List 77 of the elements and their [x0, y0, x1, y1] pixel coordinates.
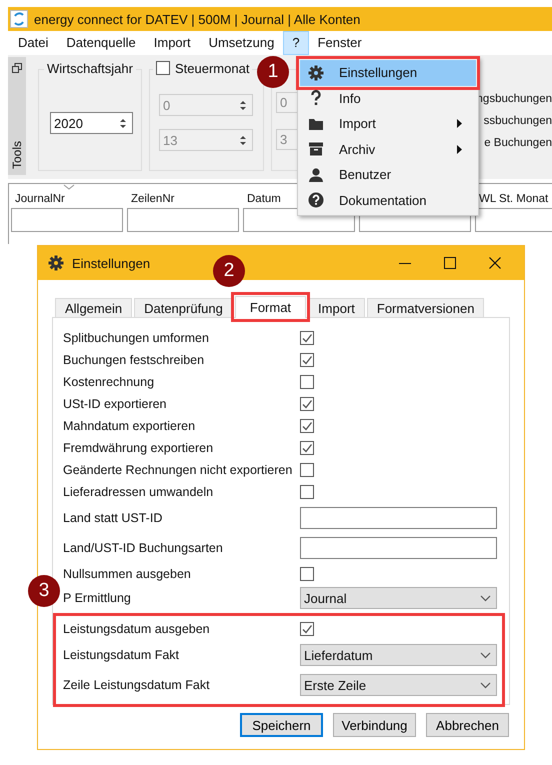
menu-entry[interactable]: Archiv	[300, 136, 476, 162]
menu-item[interactable]: Datenquelle	[57, 31, 145, 55]
setting-label: Leistungsdatum ausgeben	[63, 622, 211, 636]
step-number-badge: 3	[28, 575, 60, 607]
input-field[interactable]	[300, 507, 497, 529]
menu-item[interactable]: ?	[283, 31, 309, 55]
checked-checkbox[interactable]	[300, 331, 314, 345]
input-field[interactable]	[300, 537, 497, 559]
column-header[interactable]: JournalNr	[11, 193, 65, 208]
column-header[interactable]: ZeilenNr	[127, 193, 174, 208]
filter-field[interactable]	[11, 208, 123, 232]
menu-entry[interactable]: Dokumentation	[300, 188, 476, 213]
dropdown-field[interactable]: Journal	[300, 587, 497, 609]
setting-label: Zeile Leistungsdatum Fakt	[63, 678, 211, 692]
filter-field[interactable]	[127, 208, 239, 232]
dialog-title: Einstellungen	[72, 256, 150, 270]
column-header[interactable]: WL St. Monat	[475, 193, 548, 208]
menu-entry[interactable]: Benutzer	[300, 162, 476, 188]
dialog-button[interactable]: Verbindung	[333, 713, 416, 737]
menu-entry[interactable]: Info	[300, 86, 476, 111]
setting-label: Splitbuchungen umformen	[63, 331, 210, 345]
setting-label: Kostenrechnung	[63, 375, 156, 389]
restore-icon	[12, 63, 22, 73]
checked-checkbox[interactable]	[300, 397, 314, 411]
checkbox[interactable]	[156, 61, 170, 75]
archive-box-icon	[308, 141, 324, 158]
setting-label: Nullsummen ausgeben	[63, 567, 192, 581]
checked-checkbox[interactable]	[300, 353, 314, 367]
close-icon[interactable]	[488, 256, 502, 270]
menu-entry[interactable]: Einstellungen	[300, 60, 476, 86]
setting-label: Buchungen festschreiben	[63, 353, 206, 367]
tab[interactable]: Formatversionen	[366, 298, 484, 317]
setting-label: P Ermittlung	[63, 591, 132, 605]
checkbox[interactable]	[300, 375, 314, 389]
menu-item[interactable]: Fenster	[308, 31, 371, 55]
settings-icon	[48, 255, 64, 271]
tab[interactable]: Allgemein	[55, 298, 132, 317]
checkbox[interactable]	[300, 567, 314, 581]
chevron-down-icon	[480, 594, 491, 602]
chevron-down-icon	[480, 652, 491, 658]
app-logo-icon	[10, 10, 28, 28]
window-title: energy connect for DATEV | 500M | Journal | Alle Konten	[34, 12, 360, 26]
option-label: e Buchungen	[484, 137, 552, 149]
setting-label: Fremdwährung exportieren	[63, 441, 214, 455]
setting-label: Land statt UST-ID	[63, 511, 164, 525]
option-label: ssbuchungen	[484, 115, 552, 127]
checked-checkbox[interactable]	[300, 419, 314, 433]
person-icon	[308, 166, 324, 183]
setting-label: Mahndatum exportieren	[63, 419, 196, 433]
setting-label: Geänderte Rechnungen nicht exportieren	[63, 463, 294, 477]
option-label: ngsbuchungen	[476, 93, 552, 105]
setting-label: Land/UST-ID Buchungsarten	[63, 541, 224, 555]
setting-label: Leistungsdatum Fakt	[63, 648, 180, 662]
menu-item[interactable]: Datei	[9, 31, 58, 55]
checked-checkbox[interactable]	[300, 441, 314, 455]
dropdown-field[interactable]: Lieferdatum	[300, 644, 497, 666]
column-header[interactable]: Datum	[243, 193, 281, 208]
setting-label: USt-ID exportieren	[63, 397, 168, 411]
menu-entry[interactable]: Import	[300, 111, 476, 136]
dialog-button[interactable]: Abbrechen	[426, 713, 509, 737]
spin-box[interactable]: 2020	[50, 112, 133, 134]
checkbox[interactable]	[300, 463, 314, 477]
checked-checkbox[interactable]	[300, 622, 314, 636]
dropdown-field[interactable]: Erste Zeile	[300, 674, 497, 696]
tab[interactable]: Datenprüfung	[134, 298, 233, 317]
menu-item[interactable]: Import	[144, 31, 200, 55]
settings-icon	[308, 64, 324, 81]
menu-item[interactable]: Umsetzung	[200, 31, 284, 55]
help-icon	[308, 192, 324, 208]
maximize-icon[interactable]	[443, 256, 457, 270]
setting-label: Lieferadressen umwandeln	[63, 485, 214, 499]
checkbox[interactable]	[300, 485, 314, 499]
tools-label[interactable]: Tools	[10, 140, 24, 169]
dialog-button[interactable]: Speichern	[240, 713, 323, 737]
chevron-down-icon	[480, 682, 491, 688]
tab[interactable]: Import	[308, 298, 365, 317]
checkbox-label: Steuermonat	[175, 60, 250, 76]
